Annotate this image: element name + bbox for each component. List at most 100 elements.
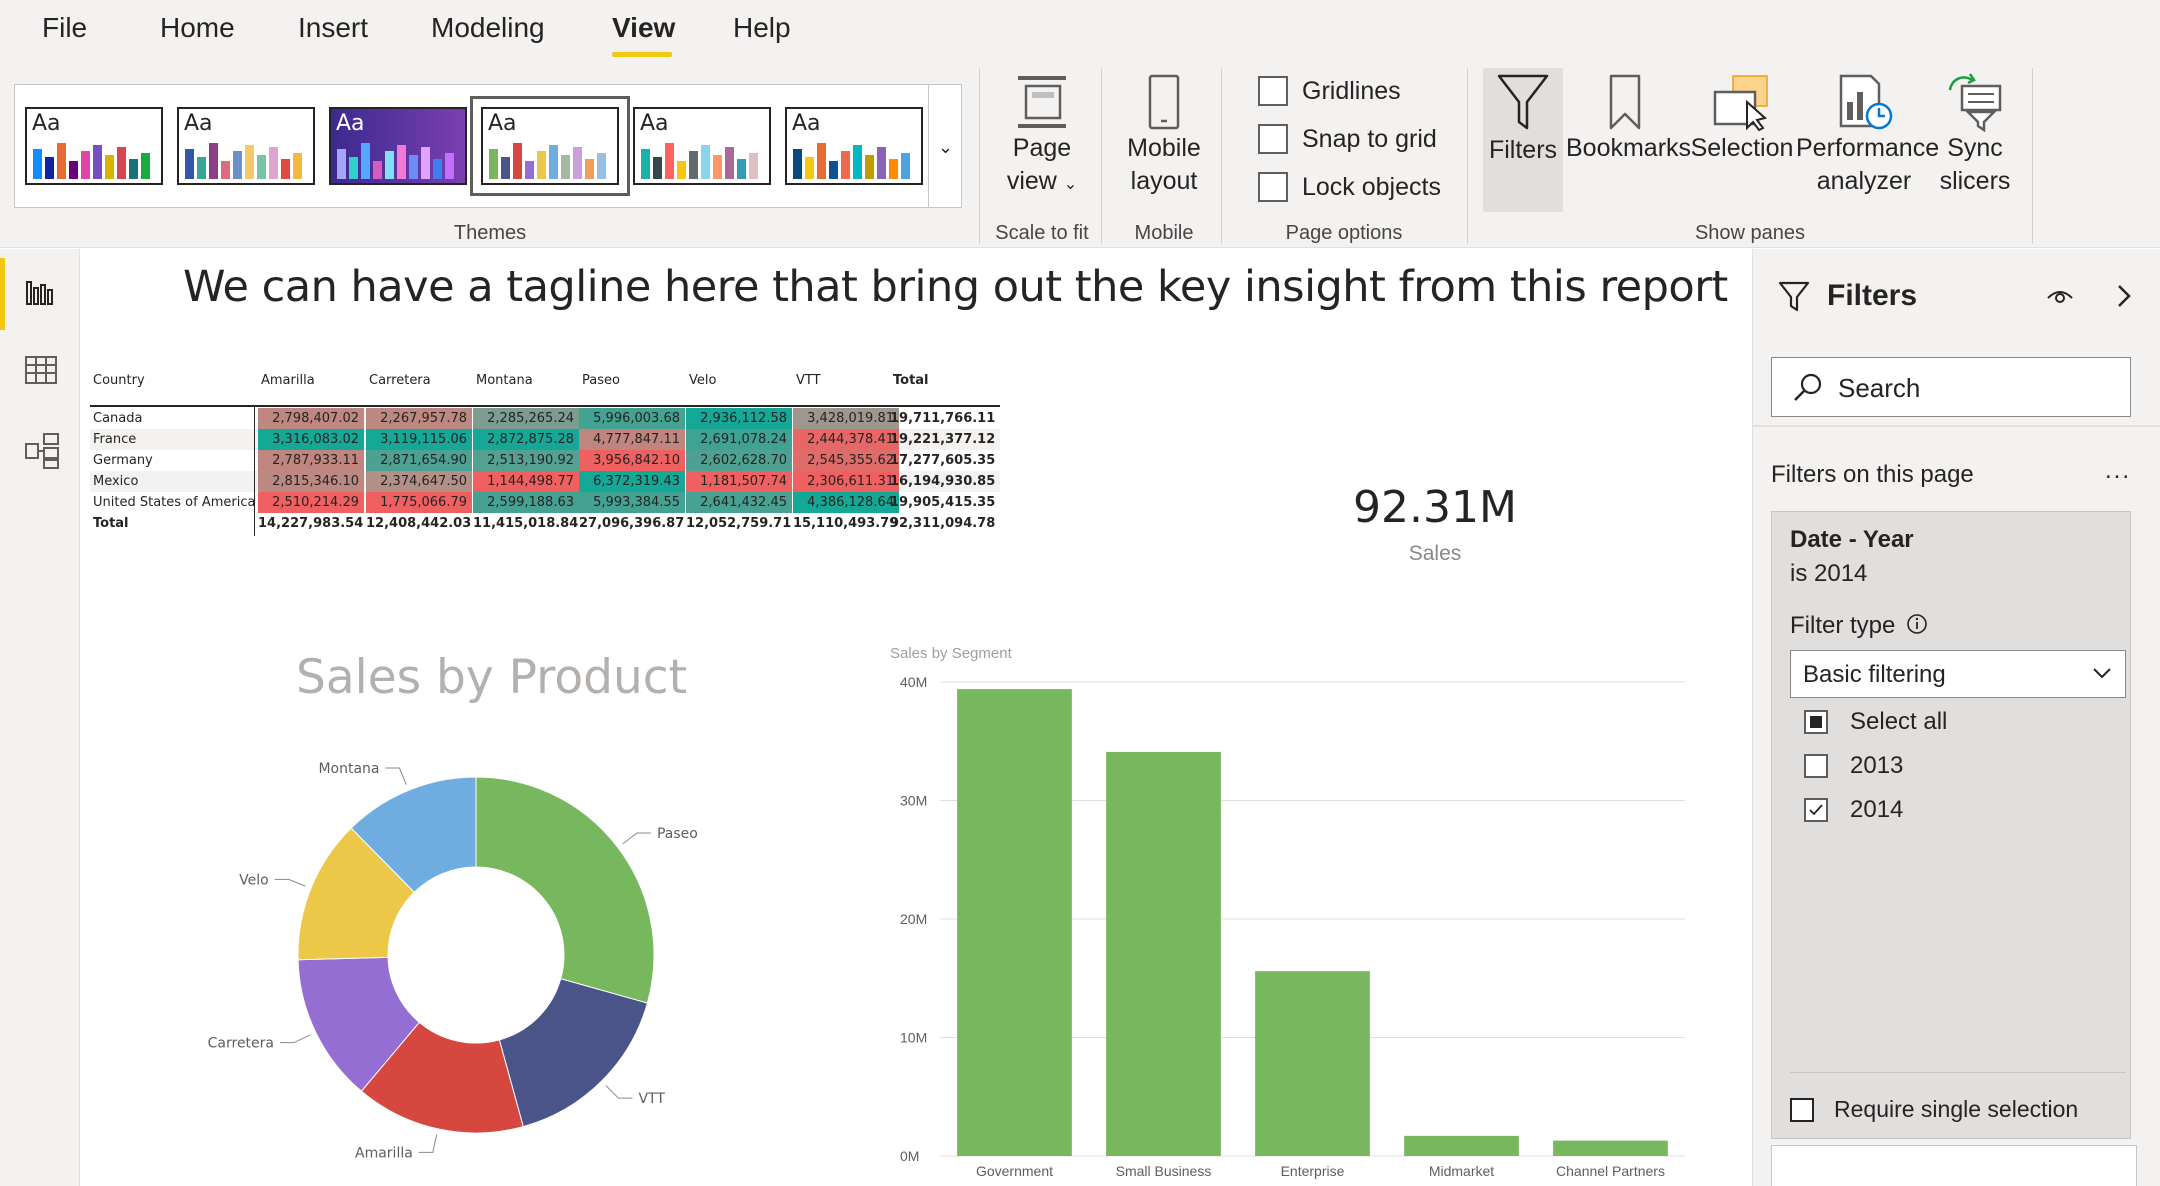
matrix-cell: 4,777,847.11	[579, 429, 685, 450]
x-axis-tick-label: Enterprise	[1281, 1163, 1345, 1179]
theme-tidal[interactable]: Aa	[785, 107, 923, 185]
matrix-total-cell: 15,110,493.79	[793, 516, 899, 531]
donut-leader-line	[418, 1134, 438, 1153]
y-axis-tick-label: 30M	[900, 793, 927, 809]
menu-view[interactable]: View	[612, 12, 675, 44]
matrix-row: Canada 2,798,407.02 2,267,957.78 2,285,265.…	[90, 408, 1000, 429]
matrix-total-cell: 12,408,442.03	[366, 516, 472, 531]
matrix-cell: 2,872,875.28	[473, 429, 579, 450]
collapse-pane-chevron-icon[interactable]	[2113, 283, 2135, 309]
donut-data-label: Velo	[239, 872, 269, 888]
filter-type-label-text: Filter type	[1790, 612, 1896, 639]
snap-to-grid-checkbox[interactable]: Snap to grid	[1258, 124, 1437, 154]
donut-data-label: Montana	[318, 761, 379, 777]
matrix-cell: 2,787,933.11	[258, 450, 364, 471]
model-view-icon[interactable]	[24, 432, 60, 470]
gridlines-checkbox[interactable]: Gridlines	[1258, 76, 1401, 106]
matrix-cell: 2,285,265.24	[473, 408, 579, 429]
group-divider	[1101, 68, 1102, 244]
theme-bloom[interactable]: Aa	[633, 107, 771, 185]
lock-objects-checkbox[interactable]: Lock objects	[1258, 172, 1441, 202]
themes-gallery: Aa Aa Aa Aa Aa Aa	[14, 84, 962, 208]
matrix-cell: 5,993,384.55	[579, 492, 685, 513]
sales-by-segment-bar-chart[interactable]: 0M 10M 20M 30M 40M Government Small Business En…	[880, 660, 1700, 1186]
filters-search-box[interactable]: Search	[1771, 357, 2131, 417]
y-axis-tick-label: 10M	[900, 1030, 927, 1046]
menu-help[interactable]: Help	[733, 12, 791, 44]
filter-option-label: 2014	[1850, 796, 1904, 823]
data-view-icon[interactable]	[24, 354, 58, 386]
theme-frontier[interactable]: Aa	[329, 107, 467, 185]
filter-type-dropdown[interactable]: Basic filtering	[1790, 650, 2126, 698]
add-data-fields-well[interactable]	[1771, 1145, 2137, 1186]
report-view-icon[interactable]	[24, 276, 56, 308]
x-axis-tick-label: Small Business	[1116, 1163, 1212, 1179]
matrix-column-header: VTT	[796, 373, 821, 388]
checkbox-checked	[1804, 798, 1828, 822]
bar-enterprise	[1255, 971, 1370, 1156]
matrix-total-cell: 92,311,094.78	[890, 516, 996, 531]
matrix-row: Germany 2,787,933.11 2,871,654.90 2,513,190…	[90, 450, 1000, 471]
require-single-selection-label: Require single selection	[1834, 1096, 2079, 1122]
menu-insert[interactable]: Insert	[298, 12, 368, 44]
matrix-cell: 2,798,407.02	[258, 408, 364, 429]
matrix-row-header: United States of America	[93, 495, 256, 510]
performance-analyzer-button[interactable]: Performance analyzer	[1796, 72, 1940, 198]
theme-innovate-selected[interactable]: Aa	[470, 96, 630, 196]
more-options-button[interactable]: ...	[2105, 457, 2131, 485]
matrix-cell: 3,119,115.06	[366, 429, 472, 450]
divider	[1753, 425, 2160, 427]
page-view-button[interactable]: Page view ⌄	[998, 72, 1086, 201]
require-single-selection-toggle[interactable]: Require single selection	[1790, 1096, 2078, 1123]
filters-pane-title: Filters	[1827, 279, 1918, 312]
bar-government	[957, 689, 1072, 1156]
checkbox-box	[1258, 76, 1288, 106]
group-divider	[2032, 68, 2033, 244]
theme-default[interactable]: Aa	[25, 107, 163, 185]
filters-pane: Filters Search Filters on this page ... …	[1752, 249, 2160, 1186]
bookmarks-pane-button[interactable]: Bookmarks	[1566, 72, 1691, 165]
matrix-cell: 3,316,083.02	[258, 429, 364, 450]
matrix-row-total: 19,905,415.35	[890, 495, 996, 510]
eye-icon[interactable]	[2045, 285, 2075, 307]
info-icon[interactable]	[1906, 613, 1928, 635]
matrix-row-header: Mexico	[93, 474, 139, 489]
lock-objects-label: Lock objects	[1302, 172, 1441, 201]
theme-label: Aa	[184, 111, 213, 136]
filter-option-2014[interactable]: 2014	[1804, 796, 1903, 824]
checkmark-icon	[1809, 804, 1823, 816]
matrix-cell: 1,181,507.74	[686, 471, 792, 492]
filter-option-label: Select all	[1850, 708, 1948, 735]
matrix-cell: 2,513,190.92	[473, 450, 579, 471]
divider	[1790, 1072, 2126, 1073]
filters-pane-button[interactable]: Filters	[1483, 68, 1563, 212]
matrix-cell: 2,267,957.78	[366, 408, 472, 429]
matrix-row-total: 19,221,377.12	[890, 432, 996, 447]
report-tagline: We can have a tagline here that bring ou…	[183, 262, 1728, 312]
matrix-column-header: Total	[893, 373, 929, 388]
matrix-cell: 2,871,654.90	[366, 450, 472, 471]
theme-executive[interactable]: Aa	[177, 107, 315, 185]
chevron-down-icon	[2093, 668, 2111, 679]
selection-pane-button[interactable]: Selection	[1688, 72, 1796, 165]
matrix-row-header: Germany	[93, 453, 153, 468]
theme-label: Aa	[488, 111, 517, 136]
matrix-header-underline	[90, 405, 1000, 407]
kpi-card-label: Sales	[1408, 542, 1462, 565]
filter-option-2013[interactable]: 2013	[1804, 752, 1903, 780]
matrix-total-cell: 14,227,983.54	[258, 516, 364, 531]
mobile-layout-button[interactable]: Mobile layout	[1114, 72, 1214, 198]
menu-modeling[interactable]: Modeling	[431, 12, 545, 44]
menu-home[interactable]: Home	[160, 12, 235, 44]
menu-file[interactable]: File	[42, 12, 87, 44]
active-tab-indicator	[612, 52, 672, 57]
performance-label-1: Performance	[1796, 134, 1940, 162]
filter-option-select-all[interactable]: Select all	[1804, 708, 1947, 736]
group-divider	[1467, 68, 1468, 244]
date-year-filter-card[interactable]: Date - Year is 2014 Filter type Basic fi…	[1771, 511, 2131, 1139]
sales-by-product-donut[interactable]: Paseo VTT Amarilla Carretera Velo Montana	[200, 740, 760, 1160]
sync-slicers-button[interactable]: Sync slicers	[1932, 72, 2018, 198]
filters-pane-label: Filters	[1488, 136, 1558, 164]
themes-expand-button[interactable]: ⌄	[928, 84, 962, 208]
page-view-icon	[1018, 76, 1066, 128]
